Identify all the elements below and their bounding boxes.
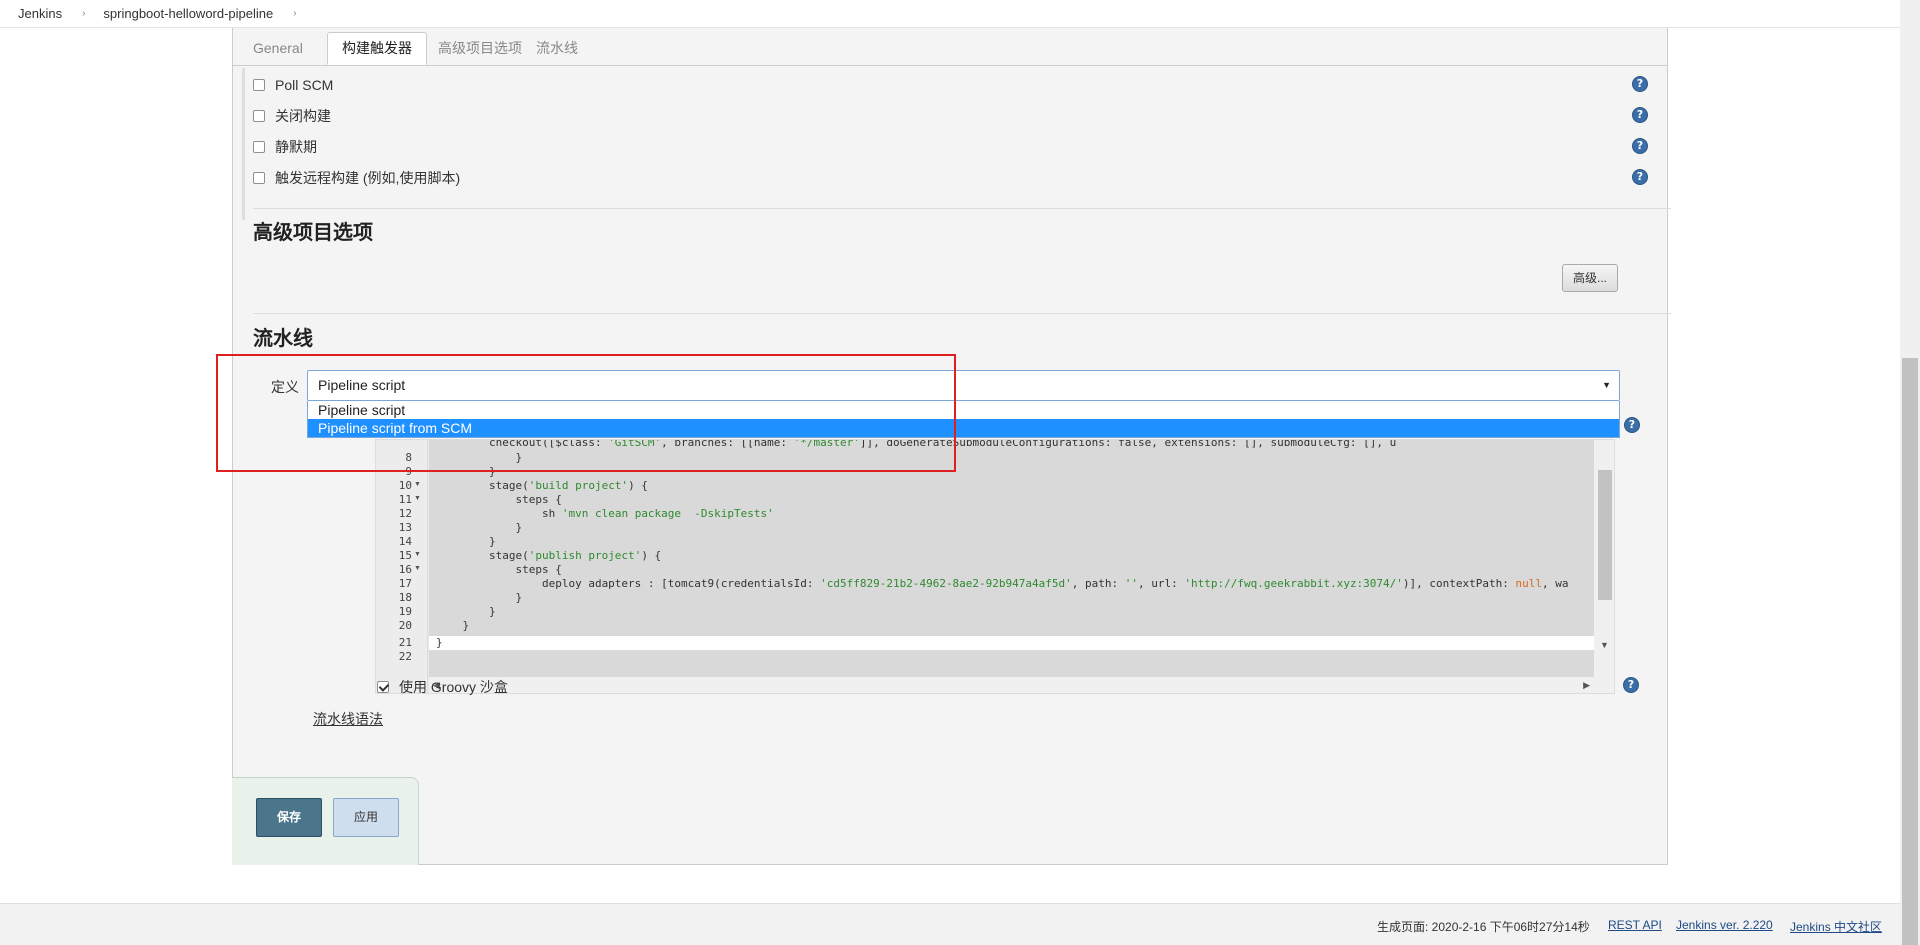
option-pipeline-script[interactable]: Pipeline script — [308, 401, 1619, 419]
trigger-label: 静默期 — [275, 139, 317, 155]
code-line: } — [436, 535, 496, 548]
poll-scm-checkbox[interactable] — [253, 79, 265, 91]
fold-arrow-icon[interactable]: ▼ — [414, 565, 421, 572]
trigger-label: 关闭构建 — [275, 108, 331, 124]
line-number: 21 — [398, 636, 412, 649]
fold-arrow-icon[interactable]: ▼ — [414, 551, 421, 558]
code-line: steps { — [436, 563, 562, 576]
help-icon[interactable]: ? — [1632, 169, 1648, 185]
code-line: } — [436, 521, 523, 534]
code-line: } — [436, 591, 523, 604]
config-panel: General 构建触发器 高级项目选项 流水线 Poll SCM 关闭构建 静… — [232, 28, 1671, 865]
save-button[interactable]: 保存 — [256, 798, 322, 837]
help-icon[interactable]: ? — [1624, 417, 1640, 433]
quiet-period-checkbox[interactable] — [253, 141, 265, 153]
line-number: 13 — [398, 521, 412, 534]
trigger-disable-build[interactable]: 关闭构建 — [253, 104, 331, 128]
code-line: steps { — [436, 493, 562, 506]
line-number: 16 — [398, 563, 412, 576]
code-line: checkout([$class: 'GitSCM', branches: [[… — [436, 439, 1397, 449]
trigger-poll-scm[interactable]: Poll SCM — [253, 73, 333, 97]
line-number: 11 — [398, 493, 412, 506]
scroll-down-icon[interactable]: ▼ — [1600, 640, 1609, 650]
pipeline-script-editor[interactable]: checkout([$class: 'GitSCM', branches: [[… — [375, 439, 1615, 694]
scroll-right-icon[interactable]: ▶ — [1583, 680, 1590, 691]
code-line: stage('publish project') { — [436, 549, 662, 562]
tab-bar: General 构建触发器 高级项目选项 流水线 — [233, 28, 1667, 66]
remote-build-checkbox[interactable] — [253, 172, 265, 184]
line-number: 8 — [405, 451, 412, 464]
pipeline-title: 流水线 — [253, 328, 313, 350]
tab-general[interactable]: General — [239, 33, 317, 66]
jenkins-version-link[interactable]: Jenkins ver. 2.220 — [1676, 918, 1773, 932]
advanced-options-title: 高级项目选项 — [253, 222, 373, 244]
definition-dropdown: Pipeline script Pipeline script from SCM — [307, 401, 1620, 438]
help-icon[interactable]: ? — [1632, 107, 1648, 123]
trigger-label: Poll SCM — [275, 77, 334, 93]
line-number: 18 — [398, 591, 412, 604]
help-icon[interactable]: ? — [1632, 138, 1648, 154]
line-number: 10 — [398, 479, 412, 492]
page-scrollbar-thumb[interactable] — [1902, 358, 1918, 945]
trigger-label: 触发远程构建 (例如,使用脚本) — [275, 170, 461, 186]
divider — [253, 208, 1671, 209]
fold-arrow-icon[interactable]: ▼ — [414, 481, 421, 488]
trigger-remote-build[interactable]: 触发远程构建 (例如,使用脚本) — [253, 166, 460, 190]
trigger-list-rail — [242, 68, 245, 220]
line-number: 15 — [398, 549, 412, 562]
tab-pipeline[interactable]: 流水线 — [522, 33, 592, 66]
line-number: 12 — [398, 507, 412, 520]
line-number: 9 — [405, 465, 412, 478]
chevron-right-icon[interactable]: › — [82, 8, 85, 19]
line-number: 17 — [398, 577, 412, 590]
line-number: 22 — [398, 650, 412, 663]
tab-build-triggers[interactable]: 构建触发器 — [327, 32, 427, 65]
apply-button[interactable]: 应用 — [333, 798, 399, 837]
disable-build-checkbox[interactable] — [253, 110, 265, 122]
line-number: 20 — [398, 619, 412, 632]
tab-advanced-project-options[interactable]: 高级项目选项 — [424, 33, 536, 66]
definition-select[interactable]: Pipeline script ▼ — [307, 370, 1620, 401]
jenkins-community-link[interactable]: Jenkins 中文社区 — [1790, 918, 1882, 935]
help-icon[interactable]: ? — [1623, 677, 1639, 693]
code-line: deploy adapters : [tomcat9(credentialsId… — [436, 577, 1569, 590]
code-line: stage('build project') { — [436, 479, 648, 492]
line-number: 19 — [398, 605, 412, 618]
help-icon[interactable]: ? — [1632, 76, 1648, 92]
page-generated-time: 生成页面: 2020-2-16 下午06时27分14秒 — [1377, 920, 1590, 934]
rest-api-link[interactable]: REST API — [1608, 918, 1662, 932]
code-line: sh 'mvn clean package -DskipTests' — [436, 507, 774, 520]
active-line-highlight — [429, 636, 1594, 650]
dropdown-arrow-icon[interactable]: ▼ — [1602, 371, 1611, 400]
chevron-right-icon[interactable]: › — [293, 8, 296, 19]
breadcrumb-project[interactable]: springboot-helloword-pipeline — [103, 6, 273, 21]
trigger-quiet-period[interactable]: 静默期 — [253, 135, 317, 159]
editor-vertical-scrollbar[interactable]: ▼ — [1594, 440, 1614, 693]
advanced-button[interactable]: 高级... — [1562, 264, 1618, 292]
pipeline-syntax-link[interactable]: 流水线语法 — [313, 709, 383, 729]
groovy-sandbox-checkbox[interactable] — [377, 681, 389, 693]
code-line: } — [436, 605, 496, 618]
code-line: } — [436, 636, 443, 649]
definition-label: 定义 — [271, 379, 299, 395]
line-number: 14 — [398, 535, 412, 548]
code-line: } — [436, 465, 496, 478]
scrollbar-thumb[interactable] — [1598, 470, 1612, 600]
fold-arrow-icon[interactable]: ▼ — [414, 495, 421, 502]
divider — [253, 313, 1671, 314]
editor-horizontal-scrollbar[interactable]: ◀ ▶ — [429, 677, 1594, 693]
option-pipeline-script-from-scm[interactable]: Pipeline script from SCM — [308, 419, 1619, 437]
breadcrumb: Jenkins › springboot-helloword-pipeline … — [0, 0, 1900, 28]
definition-select-value: Pipeline script — [318, 377, 406, 393]
code-line: } — [436, 619, 470, 632]
code-line: } — [436, 451, 523, 464]
page-footer: 生成页面: 2020-2-16 下午06时27分14秒 REST API Jen… — [0, 903, 1900, 945]
groovy-sandbox-label: 使用 Groovy 沙盒 — [399, 679, 508, 695]
groovy-sandbox-row[interactable]: 使用 Groovy 沙盒 — [377, 677, 508, 697]
breadcrumb-jenkins[interactable]: Jenkins — [18, 6, 62, 21]
